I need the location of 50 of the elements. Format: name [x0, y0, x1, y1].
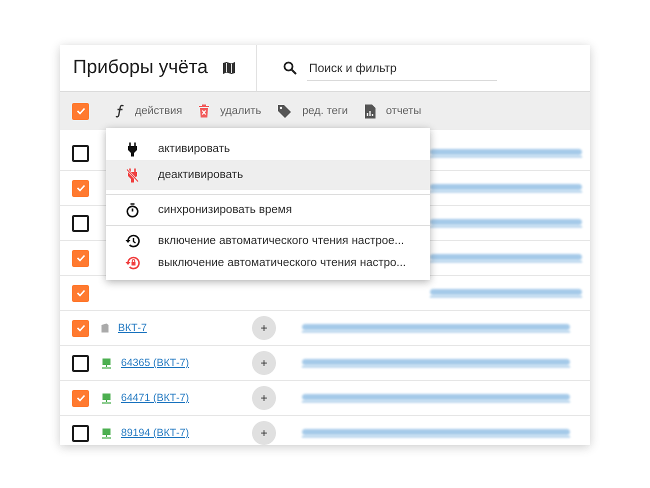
add-button[interactable]: +: [252, 316, 276, 340]
lock-reset-icon: [125, 256, 140, 270]
add-button[interactable]: +: [252, 386, 276, 410]
archive-icon: [101, 323, 109, 333]
check-icon: [76, 288, 86, 298]
monitor-icon: [101, 358, 112, 368]
check-icon: [76, 323, 86, 333]
device-link[interactable]: 64365 (ВКТ-7): [121, 357, 189, 369]
check-icon: [76, 183, 86, 193]
row-checkbox[interactable]: [72, 214, 89, 232]
check-icon: [76, 393, 86, 403]
menu-item[interactable]: выключение автоматического чтения настро...: [106, 252, 430, 274]
device-link[interactable]: ВКТ-7: [118, 322, 147, 334]
monitor-icon: [101, 428, 112, 438]
row-checkbox[interactable]: [72, 354, 89, 372]
toolbar-action[interactable]: удалить: [198, 104, 262, 118]
row-checkbox[interactable]: [72, 144, 89, 162]
select-all-checkbox[interactable]: [72, 102, 89, 120]
menu-item[interactable]: включение автоматического чтения настрое...: [106, 230, 430, 252]
menu-item[interactable]: деактивировать: [106, 160, 430, 190]
plug-off-icon: [125, 168, 140, 182]
row-checkbox[interactable]: [72, 320, 89, 336]
report-icon: [364, 104, 376, 118]
function-icon: [115, 104, 125, 118]
toolbar-action[interactable]: ред. теги: [277, 104, 348, 118]
device-link[interactable]: 64471 (ВКТ-7): [121, 392, 189, 404]
row-checkbox[interactable]: [72, 390, 89, 406]
search-icon[interactable]: [283, 61, 297, 75]
add-button[interactable]: +: [252, 421, 276, 445]
monitor-icon: [101, 392, 112, 404]
history-icon: [125, 234, 140, 248]
toolbar-action[interactable]: отчеты: [364, 104, 422, 118]
map-icon[interactable]: [222, 61, 236, 75]
search-field[interactable]: Поиск и фильтр: [307, 56, 497, 80]
stopwatch-icon: [125, 202, 140, 218]
check-icon: [76, 106, 86, 116]
check-icon: [76, 253, 86, 263]
page-title: Приборы учёта: [73, 57, 208, 79]
trash-icon: [198, 104, 210, 118]
row-checkbox[interactable]: [72, 180, 89, 196]
row-checkbox[interactable]: [72, 284, 89, 302]
tag-icon: [277, 104, 292, 118]
add-button[interactable]: +: [252, 351, 276, 375]
row-checkbox[interactable]: [72, 250, 89, 266]
row-checkbox[interactable]: [72, 424, 89, 442]
device-link[interactable]: 89194 (ВКТ-7): [121, 427, 189, 439]
plug-icon: [125, 142, 140, 156]
menu-item[interactable]: синхронизировать время: [106, 199, 430, 221]
toolbar-action[interactable]: действия: [115, 104, 182, 118]
menu-item[interactable]: активировать: [106, 138, 430, 160]
